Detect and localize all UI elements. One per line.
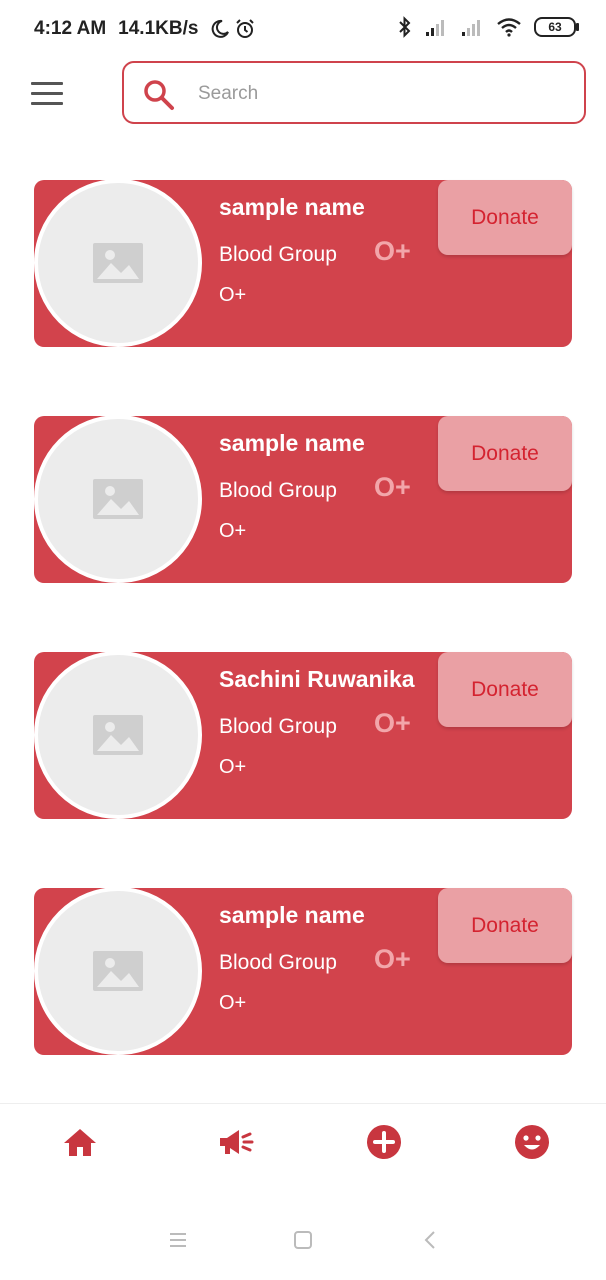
- blood-group-label: Blood Group: [219, 715, 337, 738]
- moon-icon: [212, 19, 230, 38]
- blood-group-label: Blood Group: [219, 243, 337, 266]
- blood-group-subtext: O+: [219, 284, 247, 306]
- search-icon: [144, 80, 174, 110]
- donor-card: sample name Blood Group O+ O+ Donate: [34, 887, 572, 1055]
- image-placeholder-icon: [93, 951, 143, 991]
- status-right: 63: [398, 16, 579, 38]
- donor-name: sample name: [219, 430, 365, 456]
- avatar: [34, 415, 202, 583]
- square-icon: [294, 1231, 312, 1249]
- blood-group-label: Blood Group: [219, 479, 337, 502]
- image-placeholder-icon: [93, 243, 143, 283]
- donate-button[interactable]: Donate: [438, 180, 572, 255]
- bottom-nav: [0, 1103, 606, 1201]
- donate-button[interactable]: Donate: [438, 416, 572, 491]
- donor-name: sample name: [219, 194, 365, 220]
- avatar: [34, 179, 202, 347]
- status-left: 4:12 AM 14.1KB/s: [34, 18, 256, 40]
- menu-button[interactable]: [31, 82, 63, 106]
- search-box[interactable]: [122, 61, 586, 124]
- back-chevron-icon: [424, 1231, 435, 1249]
- battery-level: 63: [548, 20, 562, 34]
- blood-group-value: O+: [374, 472, 411, 502]
- search-input[interactable]: [196, 77, 570, 111]
- signal-icon: [426, 20, 444, 36]
- blood-group-value: O+: [374, 236, 411, 266]
- blood-group-value: O+: [374, 708, 411, 738]
- nav-announcements[interactable]: [216, 1122, 256, 1162]
- image-placeholder-icon: [93, 479, 143, 519]
- avatar: [34, 651, 202, 819]
- avatar: [34, 887, 202, 1055]
- status-time: 4:12 AM: [34, 18, 107, 39]
- alarm-icon: [236, 19, 255, 38]
- system-nav-bar: [0, 1200, 606, 1280]
- battery-indicator: 63: [534, 17, 579, 37]
- recent-apps-button[interactable]: [166, 1228, 190, 1252]
- home-button[interactable]: [291, 1228, 315, 1252]
- donor-card: sample name Blood Group O+ O+ Donate: [34, 179, 572, 347]
- nav-home[interactable]: [60, 1122, 100, 1162]
- hamburger-line: [31, 102, 63, 105]
- donor-name: sample name: [219, 902, 365, 928]
- status-left-icons: [210, 18, 256, 40]
- wifi-icon: [497, 18, 521, 37]
- hamburger-line: [31, 82, 63, 85]
- back-button[interactable]: [418, 1228, 442, 1252]
- megaphone-icon: [220, 1130, 254, 1154]
- status-network-speed: 14.1KB/s: [118, 18, 199, 39]
- blood-group-subtext: O+: [219, 756, 247, 778]
- donor-card: sample name Blood Group O+ O+ Donate: [34, 415, 572, 583]
- donate-button[interactable]: Donate: [438, 888, 572, 963]
- donor-card: Sachini Ruwanika Blood Group O+ O+ Donat…: [34, 651, 572, 819]
- home-icon: [64, 1129, 96, 1156]
- blood-group-value: O+: [374, 944, 411, 974]
- hamburger-line: [31, 92, 63, 95]
- donate-button[interactable]: Donate: [438, 652, 572, 727]
- add-circle-icon: [367, 1125, 401, 1159]
- blood-group-subtext: O+: [219, 992, 247, 1014]
- donor-name: Sachini Ruwanika: [219, 666, 415, 692]
- status-bar: 4:12 AM 14.1KB/s 63: [0, 0, 606, 60]
- smiley-icon: [515, 1125, 549, 1159]
- menu-lines-icon: [170, 1233, 186, 1247]
- blood-group-label: Blood Group: [219, 951, 337, 974]
- image-placeholder-icon: [93, 715, 143, 755]
- nav-add[interactable]: [364, 1122, 404, 1162]
- signal-icon-2: [462, 20, 480, 36]
- nav-profile[interactable]: [512, 1122, 552, 1162]
- bluetooth-icon: [399, 16, 411, 38]
- blood-group-subtext: O+: [219, 520, 247, 542]
